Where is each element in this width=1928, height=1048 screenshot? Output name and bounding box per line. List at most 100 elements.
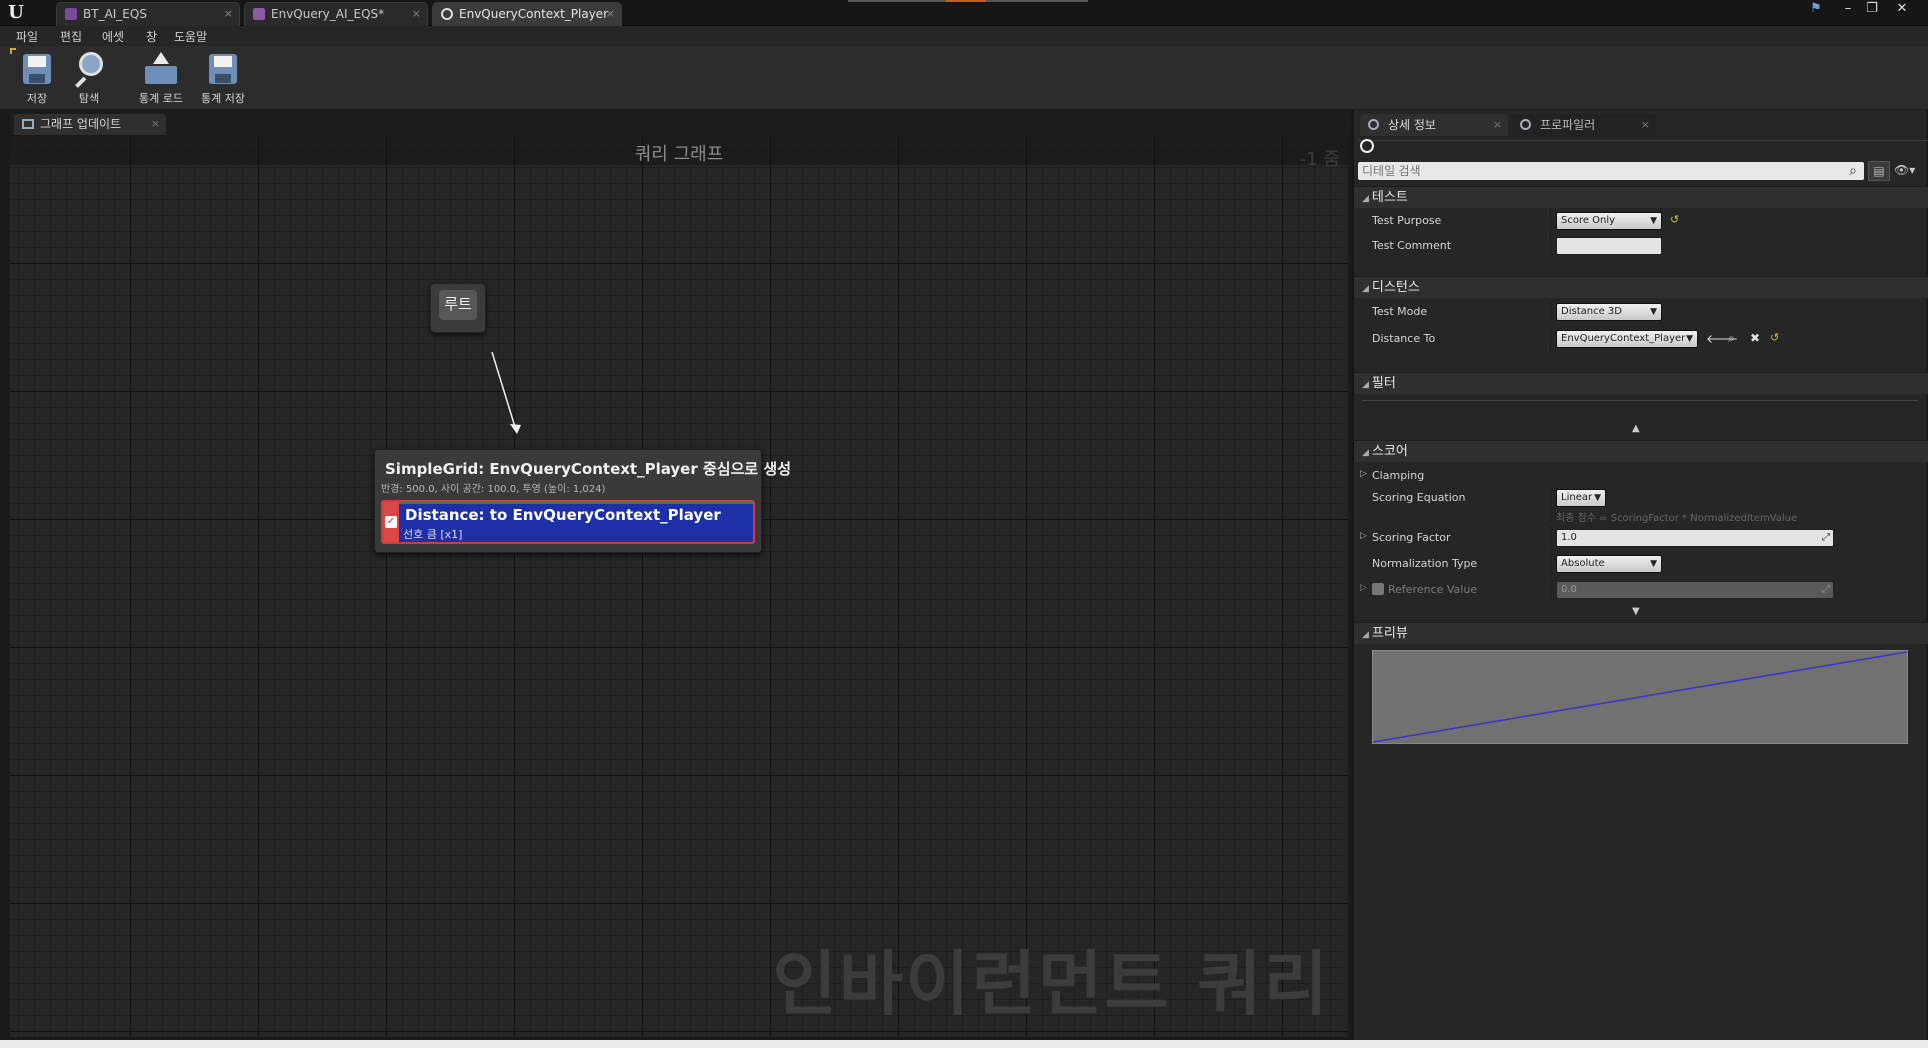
row-test-mode: Test Mode Distance 3D ▼ bbox=[1354, 300, 1928, 324]
minimize-button[interactable]: – bbox=[1836, 0, 1860, 18]
section-distance-label: 디스턴스 bbox=[1371, 280, 1420, 295]
close-icon[interactable]: × bbox=[224, 3, 233, 25]
row-scoring-equation: Scoring Equation Linear ▼ 최종 점수 = Scoring… bbox=[1354, 486, 1928, 524]
row-normalization-type: Normalization Type Absolute ▼ bbox=[1354, 552, 1928, 576]
save-stats-button[interactable]: 통계 저장 bbox=[194, 50, 252, 108]
collapse-up-icon[interactable]: ▲ bbox=[1632, 423, 1640, 434]
menu-bar: 파일 편집 에셋 창 도움말 bbox=[0, 26, 1928, 46]
close-icon[interactable]: × bbox=[412, 3, 421, 25]
search-icon[interactable]: ⌕ bbox=[1844, 162, 1862, 180]
scoring-factor-input[interactable]: 1.0 ⤢ bbox=[1556, 529, 1834, 547]
test-mode-label: Test Mode bbox=[1372, 305, 1428, 318]
normalization-type-value: Absolute bbox=[1561, 558, 1605, 569]
reset-icon[interactable]: ↺ bbox=[1670, 213, 1679, 226]
section-filter-label: 필터 bbox=[1371, 376, 1396, 391]
test-mode-select[interactable]: Distance 3D ▼ bbox=[1556, 303, 1662, 321]
notification-icon[interactable]: ⚑ bbox=[1804, 0, 1828, 18]
details-search-input[interactable] bbox=[1358, 162, 1864, 180]
collapse-icon: ◢ bbox=[1362, 284, 1369, 294]
row-separator bbox=[1550, 300, 1551, 324]
row-clamping[interactable]: ▷ Clamping bbox=[1354, 464, 1928, 488]
test-subtitle: 선호 큼 [x1] bbox=[403, 528, 463, 541]
section-score[interactable]: ◢ 스코어 bbox=[1354, 440, 1928, 462]
collapse-down-icon[interactable]: ▼ bbox=[1632, 606, 1640, 617]
reset-icon[interactable]: ↺ bbox=[1770, 331, 1779, 344]
scoring-equation-select[interactable]: Linear ▼ bbox=[1556, 489, 1606, 507]
test-mode-value: Distance 3D bbox=[1561, 306, 1622, 317]
status-strip bbox=[0, 1040, 1928, 1048]
close-icon[interactable]: × bbox=[606, 3, 615, 25]
graph-tab-strip: 그래프 업데이트 × bbox=[10, 113, 1350, 135]
test-title: Distance: to EnvQueryContext_Player bbox=[405, 506, 721, 524]
tab-bt-ai-eqs[interactable]: BT_AI_EQS × bbox=[56, 2, 240, 26]
tab-details[interactable]: 상세 정보 × bbox=[1360, 114, 1508, 136]
scoring-equation-label: Scoring Equation bbox=[1372, 491, 1466, 504]
distance-to-select[interactable]: EnvQueryContext_Player ▼ bbox=[1556, 330, 1698, 348]
details-tab-label: 상세 정보 bbox=[1388, 118, 1436, 132]
browse-button[interactable]: 탐색 bbox=[60, 50, 118, 108]
scoring-factor-value: 1.0 bbox=[1561, 532, 1577, 543]
unreal-logo-icon[interactable]: U bbox=[6, 3, 26, 23]
magnifier-icon bbox=[73, 52, 105, 88]
profiler-icon bbox=[1520, 119, 1531, 130]
load-stats-button[interactable]: 통계 로드 bbox=[132, 50, 190, 108]
section-filter[interactable]: ◢ 필터 bbox=[1354, 372, 1928, 394]
test-comment-label: Test Comment bbox=[1372, 239, 1452, 252]
row-separator bbox=[1550, 486, 1551, 522]
row-reference-value: ▷ Reference Value 0.0 ⤢ bbox=[1354, 578, 1928, 602]
close-window-button[interactable]: ✕ bbox=[1890, 0, 1914, 18]
tab-envquery-ai-eqs[interactable]: EnvQuery_AI_EQS* × bbox=[244, 2, 428, 26]
root-node-label: 루트 bbox=[439, 290, 477, 320]
test-comment-input[interactable] bbox=[1556, 237, 1662, 255]
row-separator bbox=[1550, 526, 1551, 550]
menu-edit[interactable]: 편집 bbox=[60, 28, 82, 45]
binding-icon[interactable]: ⤢ bbox=[1822, 530, 1830, 546]
tab-label: EnvQueryContext_Player bbox=[459, 7, 609, 21]
chevron-down-icon: ▼ bbox=[1594, 493, 1601, 503]
generator-subtitle: 반경: 500.0, 사이 공간: 100.0, 투영 (높이: 1,024) bbox=[381, 484, 606, 495]
menu-asset[interactable]: 에셋 bbox=[102, 28, 124, 45]
row-separator bbox=[1550, 327, 1551, 351]
binding-icon: ⤢ bbox=[1822, 584, 1830, 595]
clear-icon[interactable]: ✖ bbox=[1750, 331, 1760, 345]
save-label: 저장 bbox=[26, 92, 48, 105]
property-matrix-icon[interactable]: ▤ bbox=[1868, 161, 1890, 181]
query-graph-canvas[interactable]: 쿼리 그래프 -1 줌 루트 SimpleGrid: EnvQueryConte… bbox=[10, 137, 1348, 1037]
collapse-icon: ◢ bbox=[1362, 380, 1369, 390]
test-top-strip bbox=[399, 502, 753, 504]
root-node[interactable]: 루트 bbox=[430, 283, 486, 333]
expand-icon[interactable]: ▷ bbox=[1360, 583, 1367, 593]
browse-asset-icon[interactable]: ⌕ bbox=[1728, 331, 1735, 346]
graph-icon bbox=[22, 119, 34, 129]
generator-node[interactable]: SimpleGrid: EnvQueryContext_Player 중심으로 … bbox=[374, 449, 791, 553]
section-test[interactable]: ◢ 테스트 bbox=[1354, 186, 1928, 208]
section-distance[interactable]: ◢ 디스턴스 bbox=[1354, 276, 1928, 298]
menu-file[interactable]: 파일 bbox=[16, 28, 38, 45]
normalization-type-select[interactable]: Absolute ▼ bbox=[1556, 555, 1662, 573]
row-separator bbox=[1550, 209, 1551, 233]
section-preview[interactable]: ◢ 프리뷰 bbox=[1354, 622, 1928, 644]
menu-help[interactable]: 도움말 bbox=[174, 28, 207, 45]
collapse-icon: ◢ bbox=[1362, 194, 1369, 204]
reference-value-checkbox[interactable] bbox=[1372, 583, 1384, 595]
close-icon[interactable]: × bbox=[151, 114, 160, 134]
test-purpose-select[interactable]: Score Only ▼ bbox=[1556, 212, 1662, 230]
tab-graph-update[interactable]: 그래프 업데이트 × bbox=[14, 114, 166, 135]
row-separator bbox=[1550, 578, 1551, 602]
row-scoring-factor: ▷ Scoring Factor 1.0 ⤢ bbox=[1354, 526, 1928, 550]
expand-icon[interactable]: ▷ bbox=[1360, 531, 1367, 541]
behavior-tree-icon bbox=[65, 8, 77, 20]
save-stats-icon bbox=[207, 52, 239, 86]
view-options-icon[interactable]: 👁▾ bbox=[1894, 163, 1915, 177]
expand-icon[interactable]: ▷ bbox=[1360, 469, 1367, 479]
menu-window[interactable]: 창 bbox=[146, 28, 157, 45]
close-icon[interactable]: × bbox=[1641, 114, 1650, 136]
tab-profiler[interactable]: 프로파일러 × bbox=[1512, 114, 1656, 136]
test-enabled-checkbox[interactable]: ✓ bbox=[385, 516, 397, 528]
save-button[interactable]: 저장 bbox=[8, 50, 66, 108]
close-icon[interactable]: × bbox=[1493, 114, 1502, 136]
maximize-button[interactable]: ❐ bbox=[1860, 0, 1884, 18]
distance-test-node[interactable]: ✓ Distance: to EnvQueryContext_Player 선호… bbox=[381, 500, 755, 544]
tab-envquerycontext-player[interactable]: EnvQueryContext_Player × bbox=[432, 2, 622, 26]
score-preview-graph bbox=[1372, 650, 1908, 744]
